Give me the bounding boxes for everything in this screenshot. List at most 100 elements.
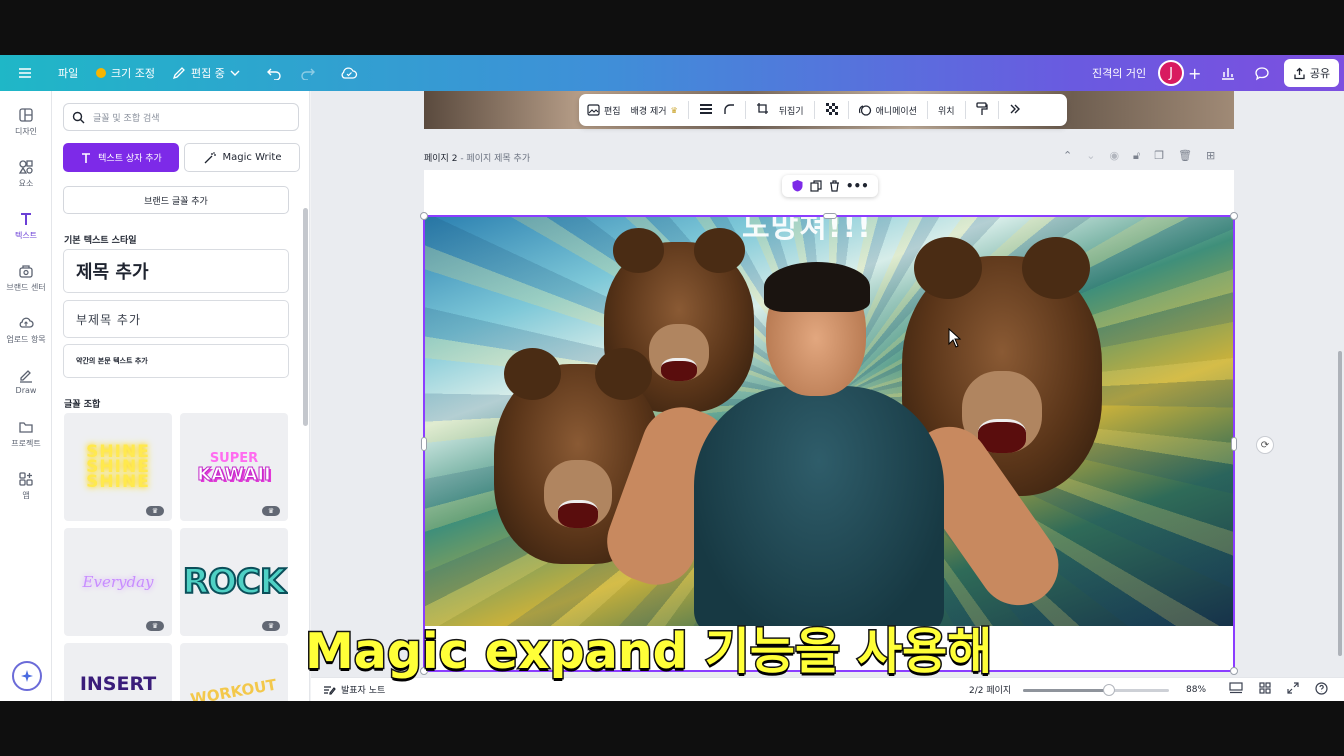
text-icon <box>21 213 31 225</box>
insights-chart-icon[interactable] <box>1220 55 1236 91</box>
share-button[interactable]: 공유 <box>1284 59 1339 87</box>
add-text-box-label: 텍스트 상자 추가 <box>98 154 162 164</box>
magic-shield-icon[interactable] <box>791 177 804 196</box>
rail-label: 디자인 <box>14 127 38 136</box>
combo-everyday-preview: Everyday <box>82 573 154 591</box>
more-tools-chevron-icon[interactable] <box>1009 103 1021 118</box>
zoom-slider[interactable] <box>1023 684 1169 696</box>
add-heading-style[interactable]: 제목 추가 <box>63 249 289 293</box>
add-body-style[interactable]: 약간의 본문 텍스트 추가 <box>63 344 289 378</box>
rail-item-brand[interactable]: 브랜드 센터 <box>0 263 52 293</box>
editing-label: 편집 중 <box>191 67 225 80</box>
chevron-down-icon[interactable]: ⌄ <box>1086 149 1095 163</box>
rail-item-text[interactable]: 텍스트 <box>0 211 52 241</box>
text-t-icon <box>82 152 91 163</box>
cloud-save-icon[interactable] <box>340 55 358 91</box>
divider <box>687 101 689 119</box>
paint-roller-icon[interactable] <box>975 101 988 119</box>
rail-item-uploads[interactable]: 업로드 항목 <box>0 315 52 345</box>
add-page-icon[interactable]: ⊞ <box>1206 149 1215 163</box>
lock-icon[interactable]: 🔓︎ <box>1133 149 1140 163</box>
redo-icon[interactable] <box>300 55 316 91</box>
rail-label: 텍스트 <box>14 231 38 240</box>
more-options-icon[interactable]: ••• <box>846 179 869 193</box>
combo-rock-preview: ROCK <box>182 561 287 603</box>
delete-icon[interactable] <box>829 177 840 196</box>
duplicate-icon[interactable] <box>810 177 822 196</box>
avatar[interactable]: J <box>1158 60 1184 86</box>
resize-button[interactable]: 크기 조정 <box>96 55 155 91</box>
rail-label: 앱 <box>22 491 30 500</box>
presenter-notes-button[interactable]: 발표자 노트 <box>323 683 385 696</box>
fullscreen-icon[interactable] <box>1287 681 1299 698</box>
crop-icon[interactable] <box>756 102 769 118</box>
left-rail: 디자인 요소 텍스트 브랜드 센터 업로드 항목 Draw 프로젝트 앱 <box>0 91 52 701</box>
rail-item-elements[interactable]: 요소 <box>0 159 52 189</box>
notes-icon <box>324 685 336 695</box>
divider <box>964 101 966 119</box>
combo-shine[interactable]: SHINE SHINE SHINE ♛ <box>64 413 172 521</box>
editing-mode-dropdown[interactable]: 편집 중 <box>172 55 240 91</box>
panel-scrollbar[interactable] <box>303 208 308 426</box>
font-search-input[interactable]: 글꼴 및 조합 검색 <box>63 103 299 131</box>
undo-icon[interactable] <box>266 55 282 91</box>
crown-icon: ♛ <box>670 105 678 115</box>
add-brand-fonts-button[interactable]: 브랜드 글꼴 추가 <box>63 186 289 214</box>
comment-icon[interactable] <box>1254 55 1270 91</box>
bear-chase-image[interactable]: 도망쳐!!! <box>424 216 1234 626</box>
chevron-up-icon[interactable]: ⌃ <box>1063 149 1072 163</box>
combo-kawaii-preview: SUPER KAWAII <box>197 451 271 484</box>
combo-rock[interactable]: ROCK ♛ <box>180 528 288 636</box>
rail-item-projects[interactable]: 프로젝트 <box>0 419 52 449</box>
border-style-icon[interactable] <box>699 103 713 118</box>
zoom-level[interactable]: 88% <box>1186 685 1206 695</box>
top-bar: 파일 크기 조정 편집 중 진격의 거인 J + 공유 <box>0 55 1344 91</box>
menu-icon[interactable] <box>18 55 32 91</box>
combo-super-kawaii[interactable]: SUPER KAWAII ♛ <box>180 413 288 521</box>
page-counter[interactable]: 2/2 페이지 <box>969 683 1011 696</box>
rail-label: 업로드 항목 <box>6 335 46 344</box>
canvas-scrollbar[interactable] <box>1338 351 1342 656</box>
zoom-slider-knob[interactable] <box>1103 684 1115 696</box>
rotate-handle-icon[interactable]: ⟳ <box>1256 436 1274 454</box>
remove-background-button[interactable]: 배경 제거 ♛ <box>631 104 678 117</box>
user-name: 진격의 거인 <box>1092 55 1146 91</box>
add-text-box-button[interactable]: 텍스트 상자 추가 <box>63 143 179 172</box>
page-view-icon[interactable] <box>1229 681 1243 698</box>
help-icon[interactable] <box>1315 681 1328 698</box>
combo-workout-preview: WORKOUT <box>189 675 278 701</box>
file-menu[interactable]: 파일 <box>58 55 78 91</box>
animate-button[interactable]: 애니메이션 <box>858 104 917 117</box>
edit-image-button[interactable]: 편집 <box>587 104 621 117</box>
rail-item-design[interactable]: 디자인 <box>0 107 52 137</box>
flip-button[interactable]: 뒤집기 <box>779 104 804 117</box>
rail-item-apps[interactable]: 앱 <box>0 471 52 501</box>
page-title-placeholder[interactable]: 페이지 제목 추가 <box>466 154 530 164</box>
page-2-label[interactable]: 페이지 2 - 페이지 제목 추가 <box>424 151 530 164</box>
rail-label: 요소 <box>18 179 34 188</box>
rail-item-draw[interactable]: Draw <box>0 367 52 395</box>
hide-eye-icon[interactable]: ◉ <box>1109 149 1119 163</box>
image-title-text[interactable]: 도망쳐!!! <box>742 216 872 246</box>
crown-icon: ♛ <box>146 621 164 631</box>
basic-styles-heading: 기본 텍스트 스타일 <box>64 236 137 246</box>
body-style-label: 약간의 본문 텍스트 추가 <box>76 357 148 365</box>
combo-workout[interactable]: WORKOUT <box>180 643 288 701</box>
share-label: 공유 <box>1309 67 1331 80</box>
magic-assistant-button[interactable] <box>12 661 42 691</box>
invite-plus-icon[interactable]: + <box>1188 55 1201 91</box>
duplicate-page-icon[interactable]: ❐ <box>1154 149 1164 163</box>
combo-insert-preview: INSERT <box>79 673 157 695</box>
page-number: 페이지 2 <box>424 154 458 164</box>
divider <box>997 101 999 119</box>
combo-insert[interactable]: INSERT <box>64 643 172 701</box>
add-subheading-style[interactable]: 부제목 추가 <box>63 300 289 338</box>
combo-everyday[interactable]: Everyday ♛ <box>64 528 172 636</box>
position-button[interactable]: 위치 <box>938 104 955 117</box>
subheading-style-label: 부제목 추가 <box>76 312 142 327</box>
delete-page-icon[interactable]: 🗑︎ <box>1178 149 1192 163</box>
grid-view-icon[interactable] <box>1259 681 1271 698</box>
transparency-icon[interactable] <box>825 102 838 118</box>
magic-write-button[interactable]: Magic Write <box>184 143 300 172</box>
corner-rounding-icon[interactable] <box>723 103 735 118</box>
